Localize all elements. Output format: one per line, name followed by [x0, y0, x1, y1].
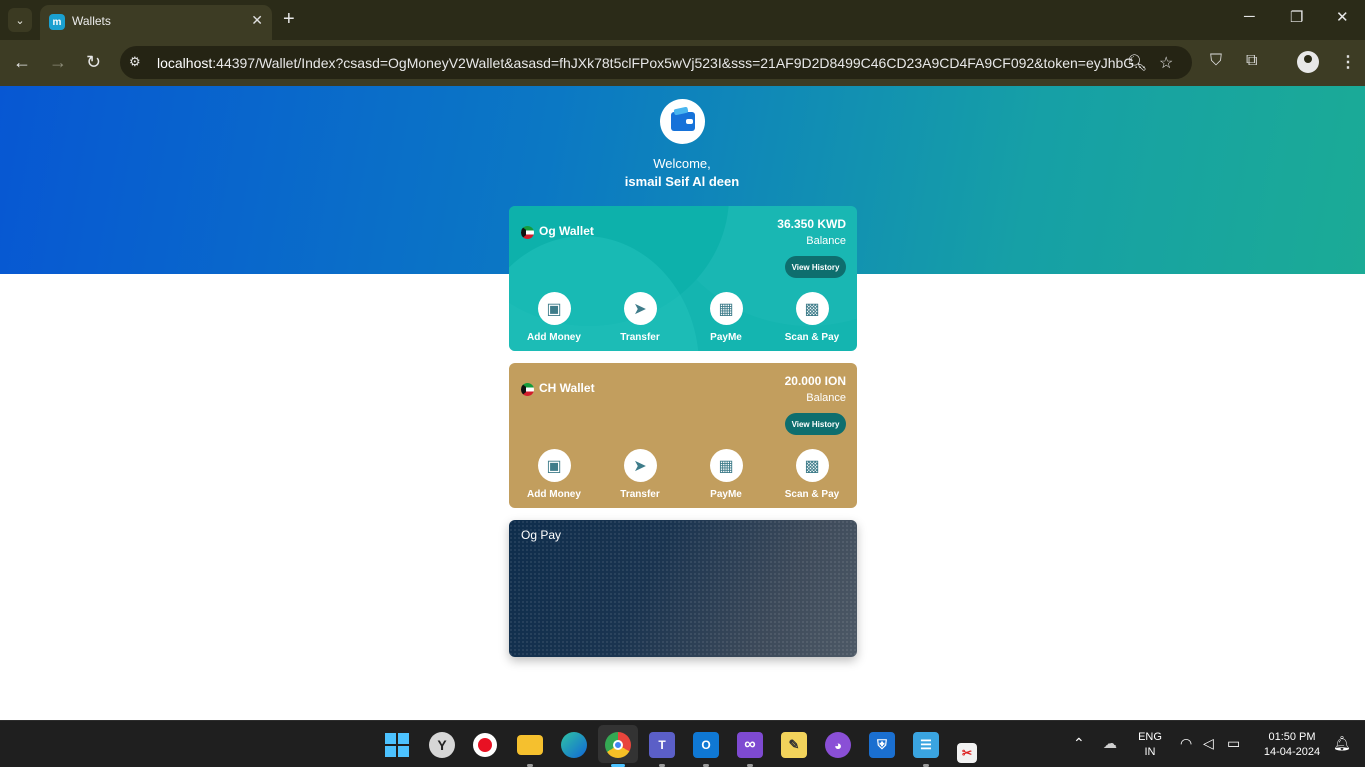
- chrome-icon[interactable]: [605, 732, 631, 758]
- visual-studio-icon[interactable]: ∞: [737, 732, 763, 758]
- paper-plane-icon: ➤: [633, 300, 647, 318]
- outlook-icon[interactable]: O: [693, 732, 719, 758]
- scan-and-pay-button[interactable]: ▩ Scan & Pay: [769, 292, 855, 343]
- shield-extension-icon[interactable]: ⛉: [1210, 52, 1222, 70]
- edge-icon[interactable]: [561, 732, 587, 758]
- wallet-logo: [660, 99, 705, 144]
- action-label: Add Money: [527, 332, 581, 343]
- transfer-button[interactable]: ➤ Transfer: [597, 292, 683, 343]
- puzzle-extensions-icon[interactable]: ⧉: [1246, 52, 1257, 70]
- clock-app-icon[interactable]: Y: [429, 732, 455, 758]
- action-label: Transfer: [620, 332, 660, 343]
- add-money-button[interactable]: ▣ Add Money: [511, 449, 597, 500]
- close-window-button[interactable]: ✕: [1336, 8, 1349, 26]
- qr-scan-icon: ▩: [804, 457, 820, 475]
- action-label: PayMe: [710, 332, 742, 343]
- tab-search-chevron-icon[interactable]: ⌄: [8, 8, 32, 32]
- windows-taskbar: Y T O ∞ ✎ ◕ ⛨ ☰ ✂ ⌃ ☁ ENG IN ◠ ◁ ▭ 01:50…: [0, 720, 1365, 767]
- action-label: Add Money: [527, 489, 581, 500]
- balance-label: Balance: [806, 235, 846, 247]
- kuwait-flag-icon: [521, 383, 534, 396]
- welcome-message: Welcome, ismail Seif Al deen: [582, 155, 782, 191]
- browser-tab-bar: ⌄ m Wallets ✕ + ─ ❐ ✕: [0, 0, 1365, 40]
- file-explorer-icon[interactable]: [517, 735, 543, 755]
- reload-button[interactable]: ↻: [86, 51, 101, 73]
- notepad-icon[interactable]: ☰: [913, 732, 939, 758]
- record-icon[interactable]: [473, 733, 497, 757]
- site-info-icon[interactable]: ⚙: [129, 54, 145, 70]
- scan-and-pay-button[interactable]: ▩ Scan & Pay: [769, 449, 855, 500]
- restore-window-button[interactable]: ❐: [1290, 8, 1303, 26]
- wallet-page: Welcome, ismail Seif Al deen Og Wallet 3…: [0, 86, 1365, 720]
- og-pay-card[interactable]: Og Pay: [509, 520, 857, 657]
- tab-close-icon[interactable]: ✕: [251, 12, 263, 29]
- ch-wallet-card: CH Wallet 20.000 ION Balance View Histor…: [509, 363, 857, 508]
- menu-kebab-icon[interactable]: ⋮: [1340, 52, 1356, 72]
- qr-code-icon: ▦: [718, 457, 734, 475]
- transfer-button[interactable]: ➤ Transfer: [597, 449, 683, 500]
- profile-icon[interactable]: [1297, 51, 1319, 73]
- og-pay-title: Og Pay: [521, 528, 562, 542]
- forward-button[interactable]: →: [49, 51, 67, 73]
- language-indicator[interactable]: ENG IN: [1136, 730, 1164, 760]
- time: 01:50 PM: [1268, 731, 1316, 743]
- wallet-amount: 20.000 ION: [784, 374, 846, 388]
- teams-icon[interactable]: T: [649, 732, 675, 758]
- battery-icon[interactable]: ▭: [1227, 735, 1240, 752]
- back-button[interactable]: ←: [13, 51, 31, 73]
- new-tab-button[interactable]: +: [283, 8, 295, 30]
- notification-bell-icon[interactable]: 🔔︎: [1333, 735, 1351, 752]
- browser-toolbar: ← → ↻ ⚙ localhost:44397/Wallet/Index?csa…: [0, 40, 1365, 86]
- browser-tab-wallets[interactable]: m Wallets ✕: [40, 5, 272, 40]
- wallet-actions: ▣ Add Money ➤ Transfer ▦ PayMe ▩ Scan & …: [509, 449, 857, 501]
- wallet-icon: [671, 112, 695, 131]
- bookmark-star-icon[interactable]: ☆: [1159, 53, 1173, 73]
- tray-overflow-chevron-icon[interactable]: ⌃: [1073, 735, 1085, 752]
- world-map-pattern: [509, 520, 857, 657]
- paint-icon[interactable]: ✎: [781, 732, 807, 758]
- kuwait-flag-icon: [521, 226, 534, 239]
- paper-plane-icon: ➤: [633, 457, 647, 475]
- start-icon[interactable]: [385, 733, 409, 757]
- add-money-icon: ▣: [546, 300, 562, 318]
- action-label: PayMe: [710, 489, 742, 500]
- add-money-button[interactable]: ▣ Add Money: [511, 292, 597, 343]
- welcome-label: Welcome,: [653, 156, 711, 171]
- view-history-button[interactable]: View History: [785, 256, 846, 278]
- add-money-icon: ▣: [546, 457, 562, 475]
- wallet-actions: ▣ Add Money ➤ Transfer ▦ PayMe ▩ Scan & …: [509, 292, 857, 344]
- action-label: Transfer: [620, 489, 660, 500]
- onedrive-offline-icon[interactable]: ☁: [1103, 735, 1117, 752]
- og-wallet-card: Og Wallet 36.350 KWD Balance View Histor…: [509, 206, 857, 351]
- github-icon[interactable]: ◕: [825, 732, 851, 758]
- address-bar[interactable]: ⚙ localhost:44397/Wallet/Index?csasd=OgM…: [120, 46, 1192, 79]
- action-label: Scan & Pay: [784, 332, 840, 343]
- wallet-name: CH Wallet: [539, 381, 595, 395]
- zoom-icon[interactable]: 🔍︎: [1127, 53, 1147, 73]
- payme-button[interactable]: ▦ PayMe: [683, 292, 769, 343]
- date: 14-04-2024: [1263, 746, 1321, 758]
- wallet-amount: 36.350 KWD: [777, 217, 846, 231]
- balance-label: Balance: [806, 392, 846, 404]
- qr-code-icon: ▦: [718, 300, 734, 318]
- payme-button[interactable]: ▦ PayMe: [683, 449, 769, 500]
- wifi-icon[interactable]: ◠: [1180, 735, 1192, 752]
- action-label: Scan & Pay: [784, 489, 840, 500]
- wallet-name: Og Wallet: [539, 224, 594, 238]
- security-icon[interactable]: ⛨: [869, 732, 895, 758]
- tab-title: Wallets: [72, 14, 111, 28]
- snipping-icon[interactable]: ✂: [957, 743, 977, 763]
- clock[interactable]: 01:50 PM 14-04-2024: [1256, 730, 1328, 760]
- og-money-favicon-icon: m: [49, 14, 65, 30]
- minimize-window-button[interactable]: ─: [1244, 8, 1255, 25]
- url-text[interactable]: localhost:44397/Wallet/Index?csasd=OgMon…: [157, 55, 1146, 71]
- volume-icon[interactable]: ◁: [1203, 735, 1214, 752]
- view-history-button[interactable]: View History: [785, 413, 846, 435]
- qr-scan-icon: ▩: [804, 300, 820, 318]
- user-name: ismail Seif Al deen: [624, 174, 740, 189]
